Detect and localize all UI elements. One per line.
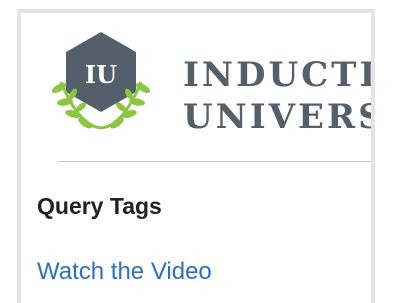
- watch-video-link[interactable]: Watch the Video: [37, 258, 212, 286]
- iu-logo-icon: IU: [51, 32, 151, 130]
- logo-monogram: IU: [85, 60, 117, 89]
- logo-wordmark-line2: UNIVERSITY: [183, 97, 371, 137]
- section-title: Query Tags: [37, 193, 162, 219]
- divider: [58, 161, 371, 162]
- inductive-university-logo: IU INDUCTIVE UNIVERSITY: [51, 30, 371, 140]
- logo-wordmark-line1: INDUCTIVE: [183, 55, 371, 95]
